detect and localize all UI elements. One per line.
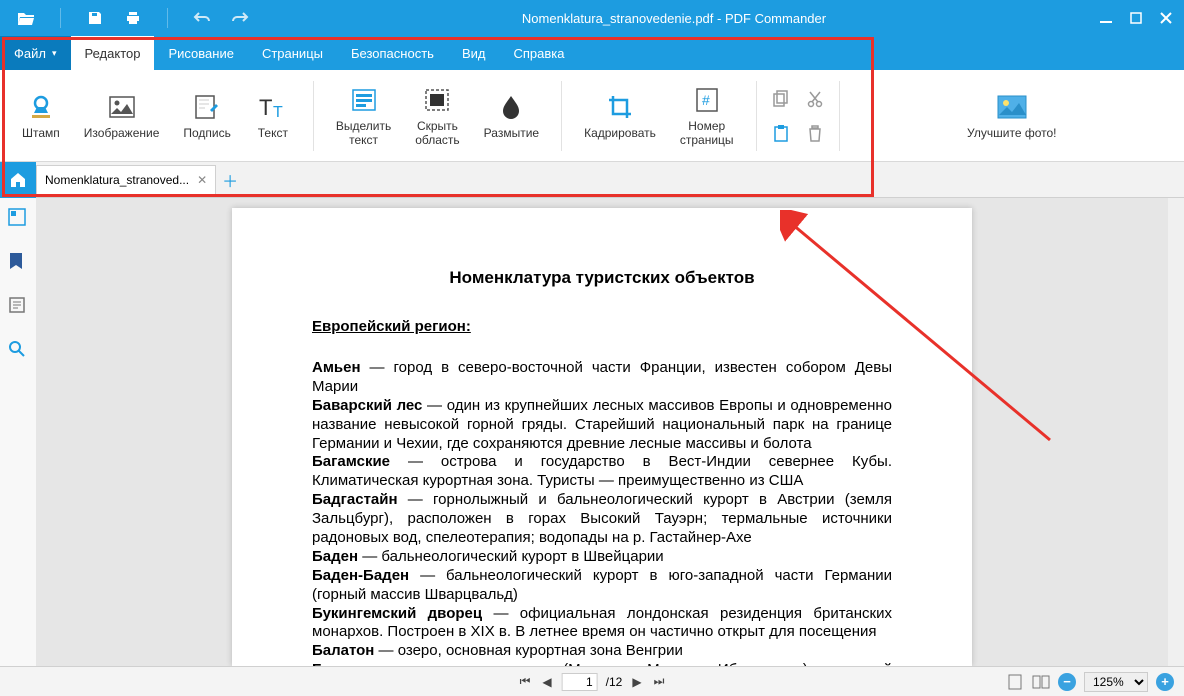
page-total: /12 bbox=[606, 675, 623, 689]
zoom-select[interactable]: 125% bbox=[1084, 672, 1148, 692]
highlight-label: Выделить текст bbox=[336, 119, 391, 147]
highlight-button[interactable]: Выделить текст bbox=[324, 76, 403, 156]
page-content: Номенклатура туристских объектов Европей… bbox=[232, 208, 972, 666]
hide-icon bbox=[422, 85, 452, 115]
pagenum-label: Номер страницы bbox=[680, 119, 734, 147]
svg-text:T: T bbox=[259, 95, 272, 119]
print-icon[interactable] bbox=[123, 8, 143, 28]
cut-icon[interactable] bbox=[803, 87, 827, 111]
zoom-in-button[interactable]: + bbox=[1156, 673, 1174, 691]
prev-page-button[interactable]: ◀ bbox=[540, 675, 553, 689]
image-icon bbox=[107, 92, 137, 122]
svg-text:T: T bbox=[273, 104, 283, 119]
minimize-button[interactable] bbox=[1098, 10, 1114, 26]
pagenum-button[interactable]: # Номер страницы bbox=[668, 76, 746, 156]
enhance-icon bbox=[997, 92, 1027, 122]
menu-editor[interactable]: Редактор bbox=[71, 36, 155, 70]
pagenum-icon: # bbox=[692, 85, 722, 115]
left-rail bbox=[0, 198, 36, 666]
sign-button[interactable]: Подпись bbox=[171, 76, 243, 156]
hide-label: Скрыть область bbox=[415, 119, 459, 147]
crop-button[interactable]: Кадрировать bbox=[572, 76, 668, 156]
doc-section: Европейский регион: bbox=[312, 318, 892, 335]
doc-title: Номенклатура туристских объектов bbox=[312, 268, 892, 288]
menu-bar: Файл Редактор Рисование Страницы Безопас… bbox=[0, 36, 1184, 70]
blur-button[interactable]: Размытие bbox=[472, 76, 551, 156]
menu-file[interactable]: Файл bbox=[0, 36, 71, 70]
crop-label: Кадрировать bbox=[584, 126, 656, 140]
document-tab-label: Nomenklatura_stranoved... bbox=[45, 173, 189, 187]
two-page-icon[interactable] bbox=[1032, 673, 1050, 691]
bookmarks-icon[interactable] bbox=[8, 252, 28, 272]
menu-draw[interactable]: Рисование bbox=[154, 36, 247, 70]
menu-view[interactable]: Вид bbox=[448, 36, 500, 70]
close-button[interactable] bbox=[1158, 10, 1174, 26]
single-page-icon[interactable] bbox=[1006, 673, 1024, 691]
blur-label: Размытие bbox=[484, 126, 539, 140]
new-tab-button[interactable]: ＋ bbox=[216, 166, 244, 194]
attachments-icon[interactable] bbox=[8, 296, 28, 316]
document-viewport[interactable]: Номенклатура туристских объектов Европей… bbox=[36, 198, 1168, 666]
last-page-button[interactable]: ⏭ bbox=[652, 674, 667, 689]
next-page-button[interactable]: ▶ bbox=[630, 675, 643, 689]
blur-icon bbox=[496, 92, 526, 122]
stamp-label: Штамп bbox=[22, 126, 60, 140]
delete-icon[interactable] bbox=[803, 121, 827, 145]
document-tab[interactable]: Nomenklatura_stranoved... ✕ bbox=[36, 165, 216, 195]
stamp-button[interactable]: Штамп bbox=[10, 76, 72, 156]
image-button[interactable]: Изображение bbox=[72, 76, 172, 156]
thumbnails-icon[interactable] bbox=[8, 208, 28, 228]
first-page-button[interactable]: ⏮ bbox=[518, 674, 533, 689]
redo-icon[interactable] bbox=[230, 8, 250, 28]
sign-icon bbox=[192, 92, 222, 122]
title-bar: Nomenklatura_stranovedenie.pdf - PDF Com… bbox=[0, 0, 1184, 36]
paste-icon[interactable] bbox=[769, 121, 793, 145]
text-button[interactable]: TT Текст bbox=[243, 76, 303, 156]
undo-icon[interactable] bbox=[192, 8, 212, 28]
svg-text:#: # bbox=[702, 92, 710, 108]
page-input[interactable] bbox=[562, 673, 598, 691]
copy-icon[interactable] bbox=[769, 87, 793, 111]
stamp-icon bbox=[26, 92, 56, 122]
menu-pages[interactable]: Страницы bbox=[248, 36, 337, 70]
search-icon[interactable] bbox=[8, 340, 28, 360]
menu-security[interactable]: Безопасность bbox=[337, 36, 448, 70]
open-icon[interactable] bbox=[16, 8, 36, 28]
status-bar: ⏮ ◀ /12 ▶ ⏭ − 125% + bbox=[0, 666, 1184, 696]
main-area: Номенклатура туристских объектов Европей… bbox=[0, 198, 1184, 666]
home-tab[interactable] bbox=[0, 162, 36, 198]
zoom-out-button[interactable]: − bbox=[1058, 673, 1076, 691]
sign-label: Подпись bbox=[183, 126, 231, 140]
text-icon: TT bbox=[258, 92, 288, 122]
enhance-button[interactable]: Улучшите фото! bbox=[955, 76, 1068, 156]
image-label: Изображение bbox=[84, 126, 160, 140]
vertical-scrollbar[interactable] bbox=[1168, 198, 1184, 666]
close-tab-icon[interactable]: ✕ bbox=[197, 173, 207, 187]
maximize-button[interactable] bbox=[1128, 10, 1144, 26]
menu-help[interactable]: Справка bbox=[499, 36, 578, 70]
hide-area-button[interactable]: Скрыть область bbox=[403, 76, 471, 156]
ribbon: Штамп Изображение Подпись TT Текст Выдел… bbox=[0, 70, 1184, 162]
text-label: Текст bbox=[258, 126, 288, 140]
crop-icon bbox=[605, 92, 635, 122]
save-icon[interactable] bbox=[85, 8, 105, 28]
highlight-icon bbox=[349, 85, 379, 115]
window-title: Nomenklatura_stranovedenie.pdf - PDF Com… bbox=[250, 11, 1098, 26]
tabstrip: Nomenklatura_stranoved... ✕ ＋ bbox=[0, 162, 1184, 198]
enhance-label: Улучшите фото! bbox=[967, 126, 1056, 140]
